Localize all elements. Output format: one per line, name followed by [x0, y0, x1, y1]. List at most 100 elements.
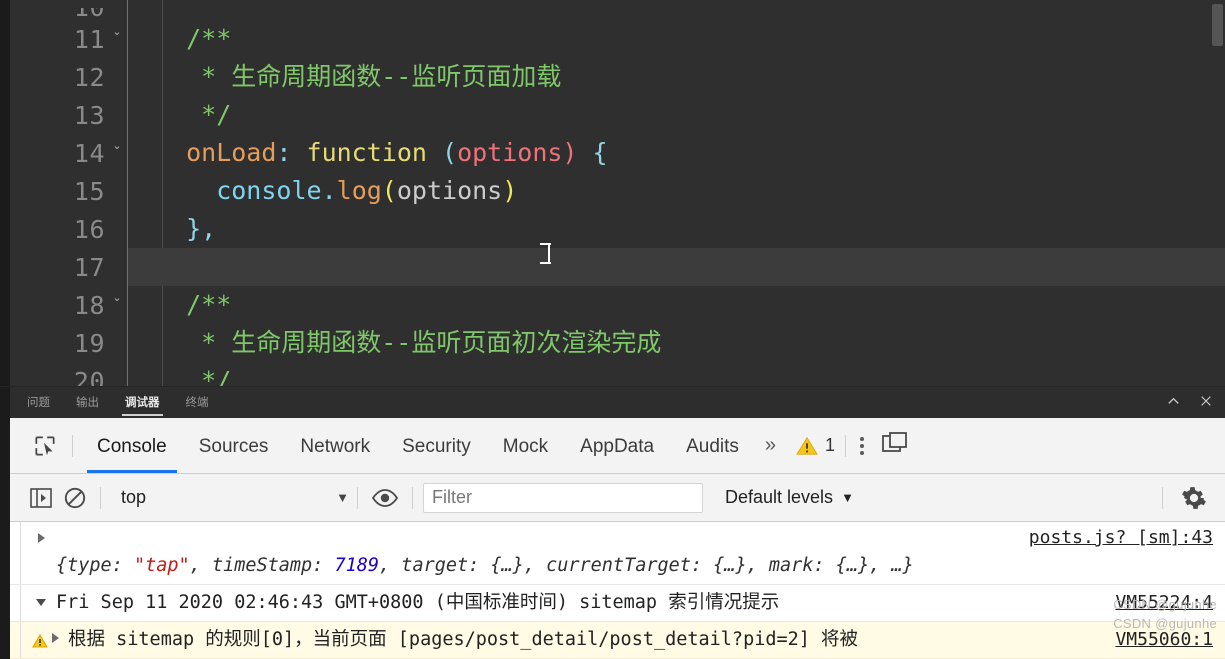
- devtools-tab-console[interactable]: Console: [81, 418, 183, 473]
- code-token: * 生命周期函数--监听页面加载: [156, 62, 562, 91]
- code-editor[interactable]: 10 11 ⌄ 12 13 14 ⌄ 15 16 17 18 ⌄ 19 20 /** * 生命周期函数--…: [0, 0, 1225, 386]
- console-sidebar-toggle-icon[interactable]: [24, 483, 58, 513]
- gutter-line-13[interactable]: 13: [10, 96, 127, 134]
- row-rule: [20, 522, 21, 584]
- devtools-tab-security[interactable]: Security: [386, 418, 487, 473]
- close-icon[interactable]: [1199, 394, 1213, 411]
- dock-position-icon[interactable]: [878, 431, 922, 460]
- gutter-line-11[interactable]: 11 ⌄: [10, 20, 127, 58]
- code-token: .: [321, 176, 337, 205]
- row-rule: [20, 622, 21, 658]
- gear-icon[interactable]: [1177, 483, 1211, 513]
- more-tabs-button[interactable]: »: [755, 434, 786, 457]
- gutter-line-19[interactable]: 19: [10, 324, 127, 362]
- line-number: 16: [73, 214, 105, 244]
- line-number: 18: [73, 290, 105, 320]
- code-line[interactable]: [128, 248, 1225, 286]
- line-number: 14: [73, 138, 105, 168]
- code-line[interactable]: [128, 8, 1225, 20]
- line-number: 12: [73, 62, 105, 92]
- panel-tab-终端[interactable]: 终端: [177, 387, 218, 419]
- code-token: console: [156, 176, 322, 205]
- code-line[interactable]: /**: [128, 20, 1225, 58]
- code-token: */: [156, 100, 232, 129]
- row-rule: [20, 585, 21, 621]
- console-source-link[interactable]: posts.js? [sm]:43: [1029, 524, 1213, 552]
- object-segment: 7189: [334, 555, 380, 576]
- console-object-text: {type: "tap", timeStamp: 7189, target: {…: [56, 555, 914, 576]
- code-line[interactable]: /**: [128, 286, 1225, 324]
- execution-context-select[interactable]: top ▼: [109, 483, 357, 513]
- code-token: :: [276, 138, 307, 167]
- code-token: */: [156, 366, 232, 386]
- editor-gutter[interactable]: 10 11 ⌄ 12 13 14 ⌄ 15 16 17 18 ⌄ 19 20: [10, 0, 128, 386]
- panel-tab-输出[interactable]: 输出: [67, 387, 108, 419]
- gutter-line-16[interactable]: 16: [10, 210, 127, 248]
- chevron-up-icon[interactable]: [1166, 394, 1181, 412]
- devtools-tab-sources[interactable]: Sources: [183, 418, 285, 473]
- code-token: },: [156, 214, 217, 243]
- toolbar-divider-5: [412, 486, 413, 509]
- code-line[interactable]: console.log(options): [128, 172, 1225, 210]
- devtools-tab-network[interactable]: Network: [284, 418, 386, 473]
- panel-tab-问题[interactable]: 问题: [18, 387, 59, 419]
- console-row[interactable]: {type: "tap", timeStamp: 7189, target: {…: [10, 522, 1225, 585]
- code-line[interactable]: */: [128, 362, 1225, 386]
- console-row[interactable]: 根据 sitemap 的规则[0]，当前页面 [pages/post_detai…: [10, 622, 1225, 659]
- gutter-line-12[interactable]: 12: [10, 58, 127, 96]
- fold-chevron-icon[interactable]: ⌄: [111, 26, 123, 38]
- console-warning-text: 根据 sitemap 的规则[0]，当前页面 [pages/post_detai…: [68, 629, 859, 650]
- console-output[interactable]: {type: "tap", timeStamp: 7189, target: {…: [10, 522, 1225, 659]
- line-number: 13: [73, 100, 105, 130]
- editor-scrollbar[interactable]: [1212, 4, 1223, 46]
- gutter-line-17[interactable]: 17: [10, 248, 127, 286]
- code-token: options: [396, 176, 503, 205]
- object-segment: , timeStamp:: [189, 555, 335, 576]
- warning-triangle-icon: [796, 436, 818, 455]
- code-token: options: [457, 138, 563, 167]
- app-root: 10 11 ⌄ 12 13 14 ⌄ 15 16 17 18 ⌄ 19 20 /** * 生命周期函数--…: [0, 0, 1225, 659]
- line-number: 10: [74, 8, 105, 20]
- code-line[interactable]: * 生命周期函数--监听页面初次渲染完成: [128, 324, 1225, 362]
- panel-tabbar-lead: [0, 387, 10, 418]
- code-line[interactable]: },: [128, 210, 1225, 248]
- live-expression-eye-icon[interactable]: [368, 483, 402, 513]
- log-level-select[interactable]: Default levels ▼: [725, 487, 854, 508]
- fold-chevron-icon[interactable]: ⌄: [111, 292, 123, 304]
- log-level-label: Default levels: [725, 487, 834, 507]
- clear-console-icon[interactable]: [58, 483, 92, 513]
- gutter-line-18[interactable]: 18 ⌄: [10, 286, 127, 324]
- filter-input[interactable]: Filter: [423, 482, 703, 513]
- activity-bar: [0, 0, 10, 386]
- expand-triangle-icon-warning[interactable]: [52, 633, 59, 643]
- devtools-tab-audits[interactable]: Audits: [670, 418, 755, 473]
- code-token: ): [502, 176, 518, 205]
- line-number: 17: [73, 252, 105, 282]
- warning-indicator[interactable]: 1: [786, 435, 845, 456]
- editor-code-pane[interactable]: /** * 生命周期函数--监听页面加载 */ onLoad: function…: [128, 0, 1225, 386]
- code-token: function: [306, 138, 427, 167]
- warning-count: 1: [825, 435, 836, 455]
- code-line[interactable]: * 生命周期函数--监听页面加载: [128, 58, 1225, 96]
- gutter-line-15[interactable]: 15: [10, 172, 127, 210]
- console-row[interactable]: Fri Sep 11 2020 02:46:43 GMT+0800 (中国标准时…: [10, 585, 1225, 622]
- gutter-line-10[interactable]: 10: [10, 8, 127, 20]
- fold-chevron-icon[interactable]: ⌄: [111, 140, 123, 152]
- devtools-tab-appdata[interactable]: AppData: [564, 418, 670, 473]
- devtools-tab-mock[interactable]: Mock: [487, 418, 564, 473]
- collapse-triangle-icon[interactable]: [36, 599, 46, 606]
- gutter-line-14[interactable]: 14 ⌄: [10, 134, 127, 172]
- devtools-menu-icon[interactable]: [846, 436, 878, 455]
- code-line[interactable]: onLoad: function (options) {: [128, 134, 1225, 172]
- watermark: CSDN @gujunhe: [1113, 597, 1217, 612]
- code-line[interactable]: */: [128, 96, 1225, 134]
- code-token: log: [336, 176, 382, 205]
- object-segment: "tap": [133, 555, 190, 576]
- expand-triangle-icon[interactable]: [38, 533, 45, 543]
- devtools-panel: Console Sources Network Security Mock AppData…: [0, 418, 1225, 659]
- panel-tab-调试器[interactable]: 调试器: [116, 387, 169, 419]
- inspect-element-icon[interactable]: [28, 431, 62, 461]
- toolbar-divider-3: [100, 486, 101, 509]
- gutter-line-20[interactable]: 20: [10, 362, 127, 387]
- line-number: 11: [73, 24, 105, 54]
